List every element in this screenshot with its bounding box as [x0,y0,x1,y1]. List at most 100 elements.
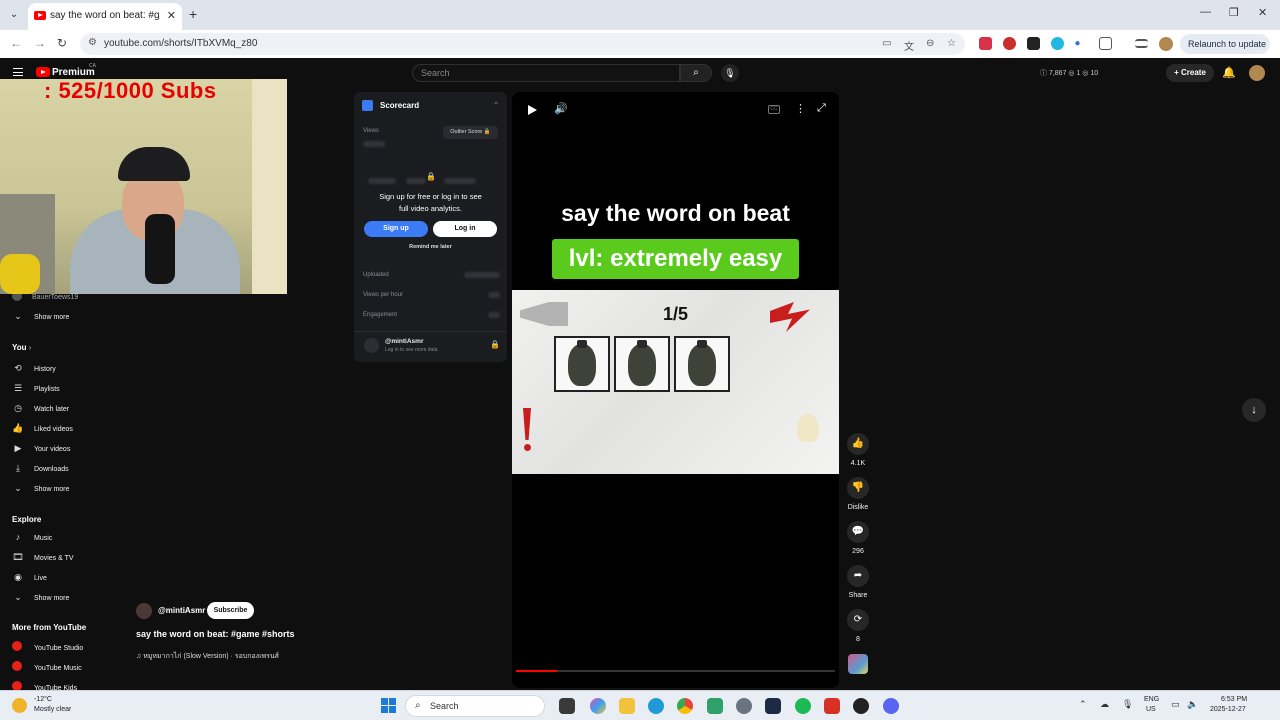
create-button[interactable]: + Create [1166,64,1214,82]
sidebar-item-movies[interactable]: 🎞 Movies & TV [12,552,73,566]
more-options-icon[interactable]: ⋮ [795,102,806,115]
search-button[interactable]: ⌕ [680,64,712,82]
like-button[interactable]: 👍 4.1K [846,433,870,467]
fullscreen-icon[interactable]: ⤢ [817,102,826,115]
channel-name[interactable]: @mintiAsmr [158,606,205,615]
sidebar-item-liked[interactable]: 👍 Liked videos [12,423,73,437]
copilot-icon[interactable] [590,698,606,714]
share-button[interactable]: ➦ Share [846,565,870,599]
bookmark-star-icon[interactable]: ☆ [947,38,956,49]
task-view-icon[interactable] [559,698,575,714]
tab-close-icon[interactable]: ✕ [167,9,176,22]
extension-3-icon[interactable] [1027,37,1040,50]
extension-1-icon[interactable] [979,37,992,50]
volume-tray-icon[interactable]: 🔈 [1187,699,1198,710]
sidebar-item-label: Your videos [34,446,71,453]
notepad-icon[interactable] [707,698,723,714]
collapse-chevron-icon[interactable]: ⌃ [493,101,499,109]
comment-icon: 💬 [847,521,869,543]
site-info-icon[interactable]: ⚙ [88,37,97,48]
reload-icon[interactable]: ↻ [57,36,67,50]
extension-4-icon[interactable] [1051,37,1064,50]
remind-later-link[interactable]: Remind me later [374,244,487,250]
sidebar-item-music[interactable]: ♪ Music [12,532,53,546]
clock-date[interactable]: 2025-12-27 [1210,706,1246,713]
spotify-icon[interactable] [795,698,811,714]
audio-track-thumbnail[interactable] [848,654,868,674]
tab-search-icon[interactable]: ⌄ [6,7,22,23]
youtube-logo-icon[interactable] [36,67,50,77]
edge-icon[interactable] [648,698,664,714]
microphone-tray-icon[interactable]: 🎙 [1122,699,1133,710]
network-icon[interactable]: ▭ [1171,699,1180,710]
video-title[interactable]: say the word on beat: #game #shorts [136,629,295,639]
audio-track-label[interactable]: ♫ หมูหมากาไก่ (Slow Version) · รอบกองเพร… [136,651,279,662]
captions-icon[interactable]: CC [768,105,780,114]
discord-icon[interactable] [883,698,899,714]
weather-icon[interactable] [12,698,27,713]
translate-icon[interactable]: 文 [904,38,914,53]
cloud-off-icon[interactable]: ☁ [1100,699,1109,710]
outlier-score-pill[interactable]: Outlier Score 🔒 [443,126,498,139]
tray-chevron-icon[interactable]: ⌃ [1079,699,1087,710]
forward-icon[interactable]: → [34,36,46,50]
sidebar-item-studio[interactable]: YouTube Studio [12,641,83,655]
minimize-icon[interactable]: — [1200,6,1211,18]
sidebar-item-watch-later[interactable]: ◷ Watch later [12,403,69,417]
cast-icon[interactable]: ▭ [882,38,891,49]
new-tab-icon[interactable]: + [189,6,197,22]
restore-icon[interactable]: ❐ [1229,6,1239,19]
sidebar-show-more-3[interactable]: ⌄ Show more [12,592,69,606]
notifications-bell-icon[interactable]: 🔔 [1222,66,1236,79]
extension-2-icon[interactable] [1003,37,1016,50]
signup-button[interactable]: Sign up [364,221,428,237]
chrome-icon[interactable] [677,698,693,714]
weather-condition[interactable]: Mostly clear [34,706,71,713]
sidebar-show-more-1[interactable]: ⌄ Show more [12,311,69,325]
play-icon[interactable] [528,105,537,115]
windows-start-icon[interactable] [381,698,397,714]
zoom-icon[interactable]: ⊖ [926,38,934,49]
clock-time[interactable]: 6:53 PM [1221,696,1247,703]
sidebar-item-yt-music[interactable]: YouTube Music [12,661,82,675]
relaunch-button[interactable]: Relaunch to update ⋮ [1180,34,1270,69]
extension-5-icon[interactable]: ⦁ [1075,37,1088,50]
reading-list-icon[interactable] [1135,39,1148,48]
snipping-tool-icon[interactable] [824,698,840,714]
dev-tool-icon[interactable] [765,698,781,714]
channel-avatar[interactable] [136,603,152,619]
remix-button[interactable]: ⟳ 8 [846,609,870,643]
sidebar-item-downloads[interactable]: ⤓ Downloads [12,463,69,477]
comments-button[interactable]: 💬 296 [846,521,870,555]
account-avatar[interactable] [1249,65,1265,81]
subscribe-button[interactable]: Subscribe [207,602,254,619]
volume-icon[interactable]: 🔊 [554,102,568,115]
browser-tab[interactable]: say the word on beat: #game # ✕ [28,3,182,30]
address-bar[interactable]: ⚙ youtube.com/shorts/ITbXVMq_z80 ▭ 文 ⊖ ☆ [80,33,965,55]
window-close-icon[interactable]: ✕ [1258,6,1267,19]
search-input[interactable]: Search [412,64,680,82]
dislike-button[interactable]: 👎 Dislike [846,477,870,511]
settings-icon[interactable] [736,698,752,714]
voice-search-icon[interactable]: 🎙 [721,64,739,82]
sidebar-item-live[interactable]: ◉ Live [12,572,47,586]
video-progress-bar[interactable] [516,670,835,672]
profile-avatar[interactable] [1159,37,1173,51]
sidebar-item-playlists[interactable]: ☰ Playlists [12,383,60,397]
back-icon[interactable]: ← [10,36,22,50]
input-region[interactable]: US [1146,706,1156,713]
input-language[interactable]: ENG [1144,696,1159,703]
temperature[interactable]: -12°C [34,696,52,703]
menu-icon[interactable] [13,68,23,76]
sidebar-you-heading[interactable]: You › [12,343,31,352]
login-button[interactable]: Log in [433,221,497,237]
taskbar-search[interactable]: ⌕ Search [405,695,545,717]
extensions-puzzle-icon[interactable] [1099,37,1112,50]
next-video-arrow-icon[interactable]: ↓ [1242,398,1266,422]
file-explorer-icon[interactable] [619,698,635,714]
sidebar-item-your-videos[interactable]: ▶ Your videos [12,443,71,457]
sidebar-show-more-2[interactable]: ⌄ Show more [12,483,69,497]
sidebar-item-history[interactable]: ⟲ History [12,363,56,377]
obs-icon[interactable] [853,698,869,714]
shorts-video-player[interactable]: 🔊 CC ⋮ ⤢ say the word on beat lvl: extre… [512,92,839,688]
